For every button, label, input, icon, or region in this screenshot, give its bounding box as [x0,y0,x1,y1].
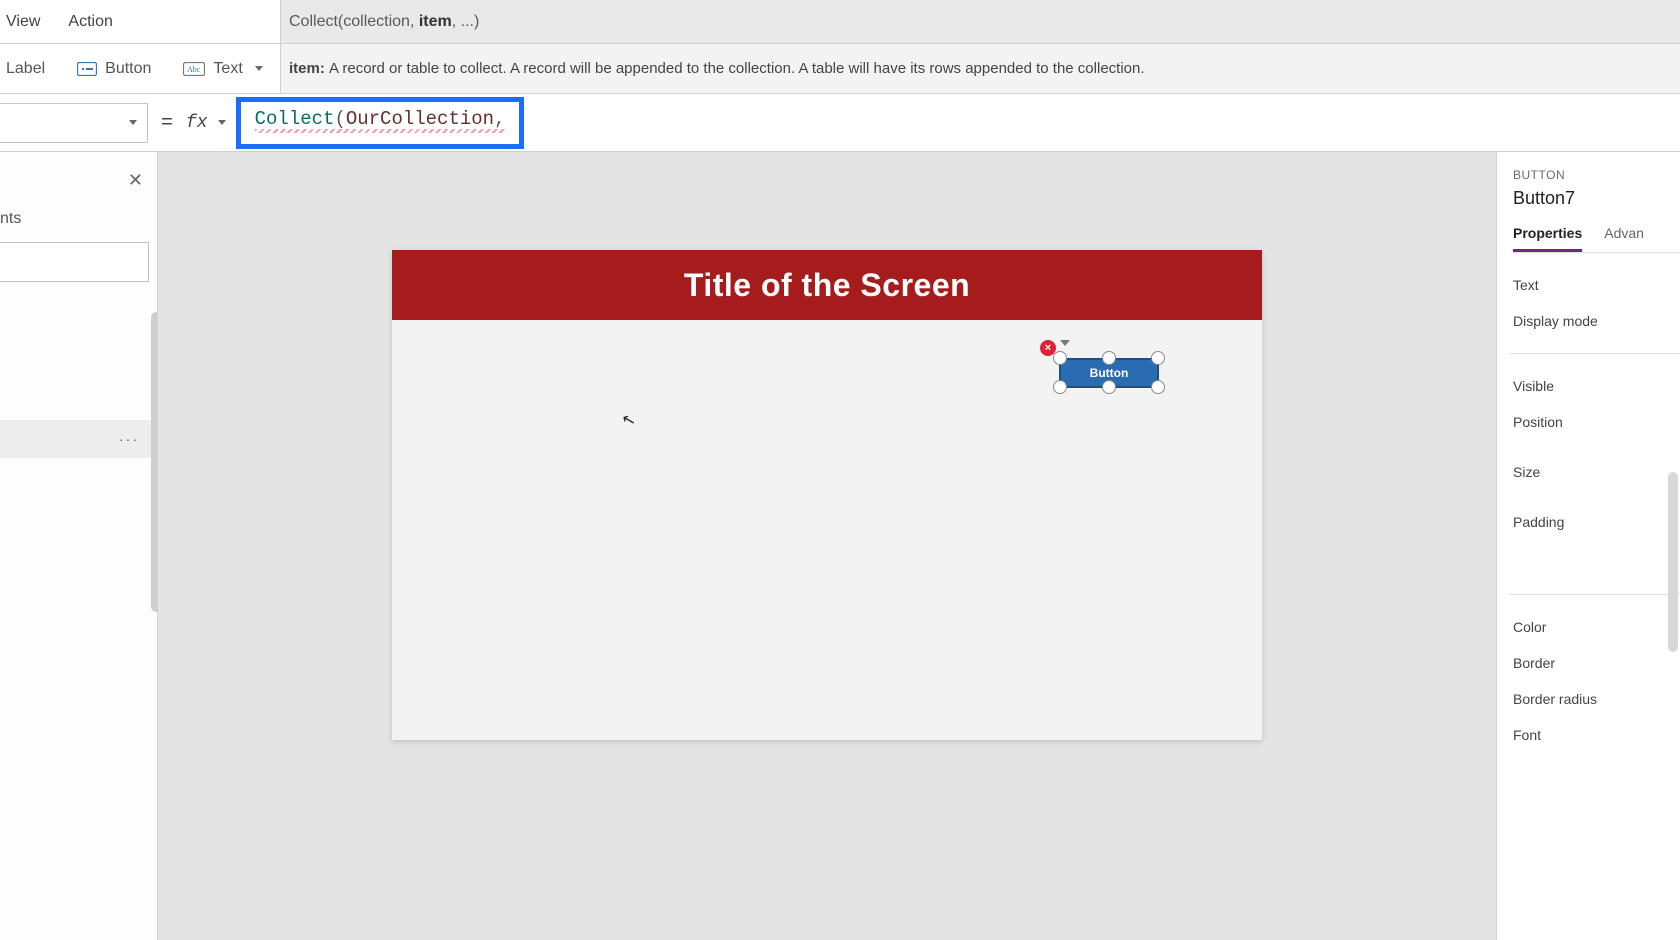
prop-color[interactable]: Color [1513,609,1680,645]
tab-advanced[interactable]: Advan [1604,225,1644,252]
more-icon[interactable]: ··· [119,431,139,447]
fx-button[interactable]: fx [186,113,236,133]
equals-sign: = [148,111,186,134]
intellisense-fn: Collect [289,13,338,30]
text-icon: Abc [183,62,205,76]
tree-item-selected[interactable]: ··· [0,420,157,458]
prop-padding[interactable]: Padding [1513,504,1680,540]
ribbon-text-label: Text [213,60,242,78]
close-pane-button[interactable]: ✕ [128,170,143,191]
chevron-down-icon [129,120,137,125]
formula-input[interactable]: Collect(OurCollection, [236,97,525,149]
menu-action[interactable]: Action [68,13,112,31]
control-name[interactable]: Button7 [1513,188,1680,209]
tree-view-pane: ✕ nts ··· [0,152,158,940]
chevron-down-icon [218,120,226,125]
ribbon-button-text: Button [105,60,151,78]
tab-properties[interactable]: Properties [1513,225,1582,252]
resize-handle[interactable] [1102,380,1116,394]
prop-border-radius[interactable]: Border radius [1513,681,1680,717]
hint-text: A record or table to collect. A record w… [329,60,1145,77]
menu-view[interactable]: View [6,13,40,31]
selected-control[interactable]: × Button [1054,352,1164,392]
app-canvas[interactable]: Title of the Screen ↖ × Button [392,250,1262,740]
prop-border[interactable]: Border [1513,645,1680,681]
cursor-icon: ↖ [620,409,638,432]
insert-text-button[interactable]: Abc Text [183,60,262,78]
resize-handle[interactable] [1151,351,1165,365]
formula-fn: Collect [255,108,335,130]
control-type-label: BUTTON [1513,168,1680,182]
tree-header: nts [0,210,157,228]
chevron-down-icon[interactable] [1060,340,1070,346]
ribbon-label-text: Label [6,60,45,78]
error-underline [255,129,506,133]
intellisense-signature: Collect(collection, item, ...) [280,0,1680,43]
prop-size[interactable]: Size [1513,454,1680,490]
prop-font[interactable]: Font [1513,717,1680,753]
formula-collection-id: OurCollection [346,108,494,130]
properties-pane: BUTTON Button7 Properties Advan Text Dis… [1496,152,1680,940]
chevron-down-icon [255,66,263,71]
insert-label-button[interactable]: Label [6,60,45,78]
prop-position[interactable]: Position [1513,404,1680,440]
insert-button-button[interactable]: Button [77,60,151,78]
prop-visible[interactable]: Visible [1513,368,1680,404]
button-icon [77,62,97,76]
resize-handle[interactable] [1151,380,1165,394]
intellisense-hint: item: A record or table to collect. A re… [280,44,1680,93]
prop-text[interactable]: Text [1513,267,1680,303]
tree-search-input[interactable] [0,242,149,282]
resize-handle[interactable] [1053,380,1067,394]
intellisense-current-arg: item [419,13,452,30]
hint-param: item: [289,60,325,77]
prop-display-mode[interactable]: Display mode [1513,303,1680,339]
screen-title-label: Title of the Screen [392,250,1262,320]
fx-label: fx [186,113,208,133]
resize-handle[interactable] [1102,351,1116,365]
svg-text:Abc: Abc [187,65,201,74]
canvas-area: Title of the Screen ↖ × Button [158,152,1496,940]
property-selector[interactable] [0,103,148,143]
resize-handle[interactable] [1053,351,1067,365]
left-scrollbar[interactable] [151,312,158,612]
right-scrollbar[interactable] [1668,472,1678,652]
